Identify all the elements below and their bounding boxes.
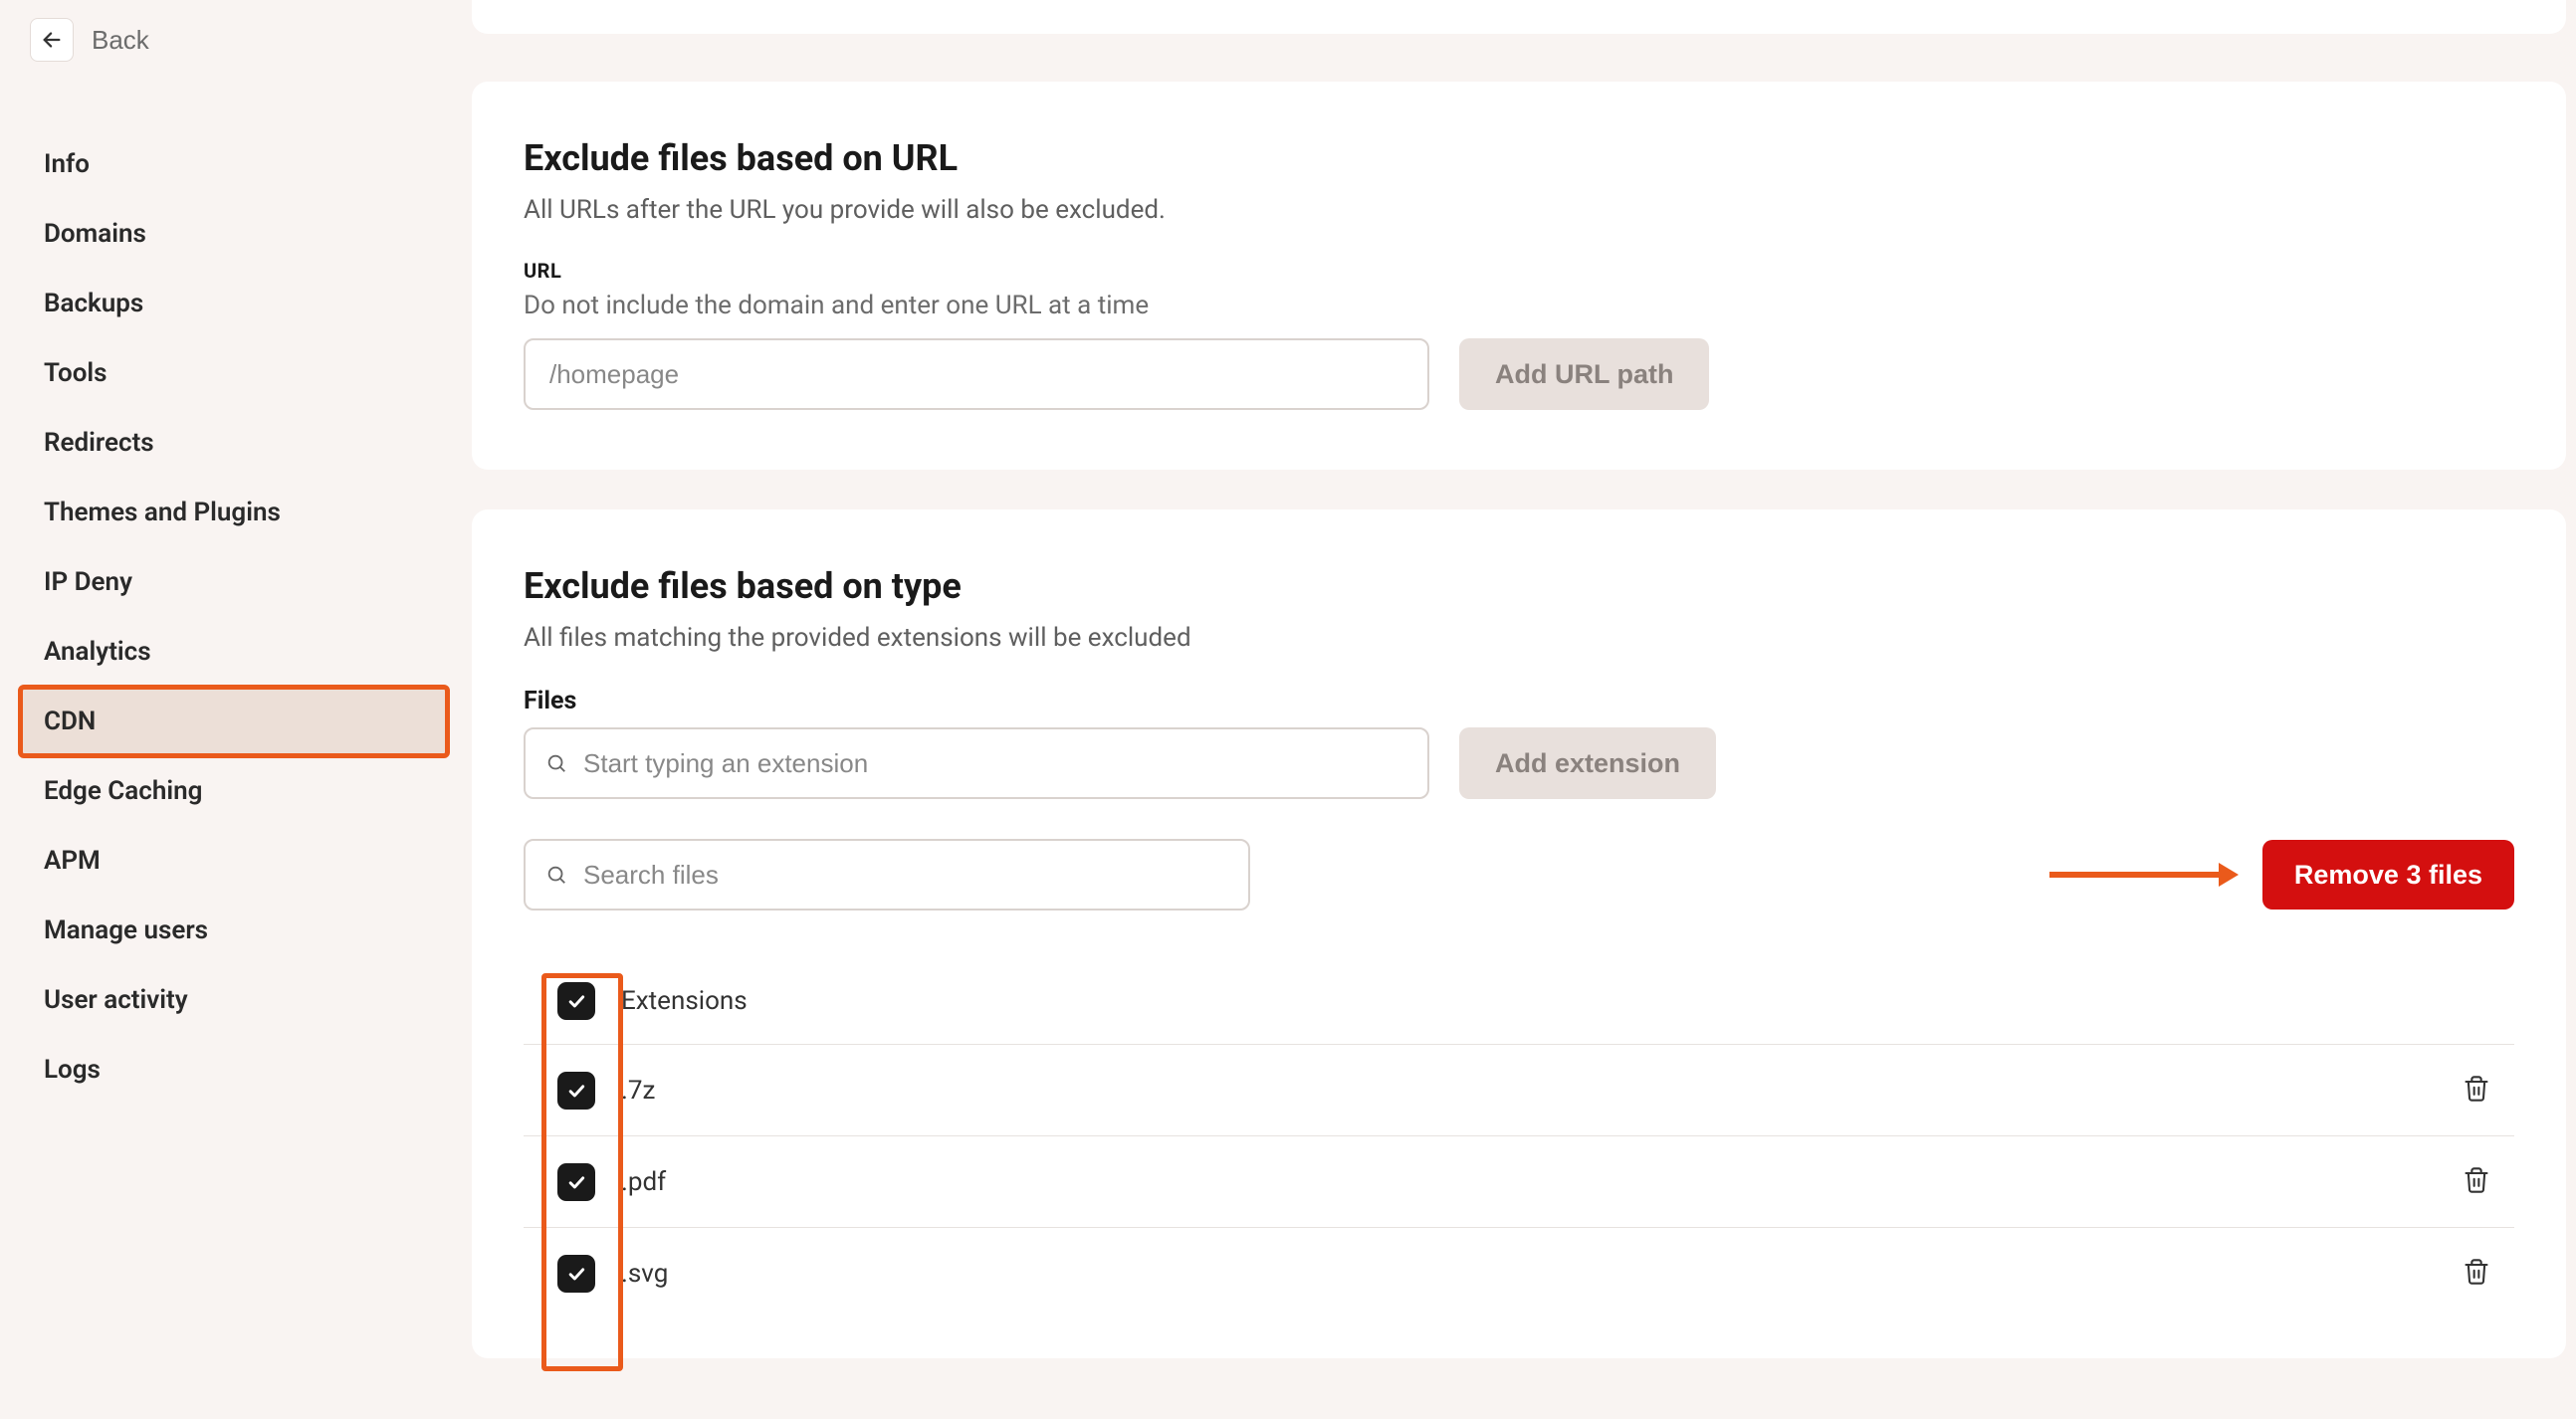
sidebar-item-user-activity[interactable]: User activity	[20, 965, 448, 1035]
sidebar-item-analytics[interactable]: Analytics	[20, 617, 448, 687]
back-label: Back	[92, 25, 149, 56]
sidebar-item-apm[interactable]: APM	[20, 826, 448, 896]
files-label: Files	[524, 687, 2514, 715]
url-input[interactable]	[524, 338, 1429, 410]
table-row: .svg	[524, 1228, 2514, 1318]
table-row: .7z	[524, 1045, 2514, 1136]
exclude-type-title: Exclude files based on type	[524, 565, 2514, 607]
sidebar-item-backups[interactable]: Backups	[20, 269, 448, 338]
sidebar-item-manage-users[interactable]: Manage users	[20, 896, 448, 965]
sidebar-item-edge-caching[interactable]: Edge Caching	[20, 756, 448, 826]
main-content: Exclude files based on URL All URLs afte…	[468, 0, 2576, 1419]
trash-icon	[2463, 1166, 2490, 1194]
search-files-input[interactable]	[524, 839, 1250, 911]
back-button[interactable]: Back	[20, 10, 159, 70]
table-row: .pdf	[524, 1136, 2514, 1228]
trash-icon	[2463, 1258, 2490, 1286]
row-checkbox[interactable]	[557, 1072, 595, 1110]
extension-label: .pdf	[621, 1167, 2447, 1197]
exclude-url-card: Exclude files based on URL All URLs afte…	[472, 82, 2566, 470]
add-url-path-button[interactable]: Add URL path	[1459, 338, 1709, 410]
card-stub	[472, 0, 2566, 34]
sidebar-item-themes-plugins[interactable]: Themes and Plugins	[20, 478, 448, 547]
check-icon	[566, 1172, 586, 1192]
extensions-header-label: Extensions	[621, 986, 748, 1016]
table-header-row: Extensions	[524, 958, 2514, 1045]
sidebar-item-ip-deny[interactable]: IP Deny	[20, 547, 448, 617]
delete-row-button[interactable]	[2457, 1160, 2496, 1203]
sidebar-item-logs[interactable]: Logs	[20, 1035, 448, 1105]
exclude-type-card: Exclude files based on type All files ma…	[472, 509, 2566, 1358]
exclude-type-desc: All files matching the provided extensio…	[524, 623, 2514, 653]
sidebar-item-info[interactable]: Info	[20, 129, 448, 199]
check-icon	[566, 991, 586, 1011]
delete-row-button[interactable]	[2457, 1069, 2496, 1112]
exclude-url-title: Exclude files based on URL	[524, 137, 2514, 179]
back-arrow-icon	[30, 18, 74, 62]
remove-files-button[interactable]: Remove 3 files	[2262, 840, 2514, 910]
sidebar: Back Info Domains Backups Tools Redirect…	[0, 0, 468, 1419]
exclude-url-desc: All URLs after the URL you provide will …	[524, 195, 2514, 225]
delete-row-button[interactable]	[2457, 1252, 2496, 1295]
sidebar-item-cdn[interactable]: CDN	[20, 687, 448, 756]
trash-icon	[2463, 1075, 2490, 1103]
extension-label: .7z	[621, 1076, 2447, 1106]
url-field-helper: Do not include the domain and enter one …	[524, 291, 2514, 320]
sidebar-item-tools[interactable]: Tools	[20, 338, 448, 408]
nav-list: Info Domains Backups Tools Redirects The…	[20, 129, 448, 1105]
url-field-label: URL	[524, 259, 2514, 283]
extension-label: .svg	[621, 1259, 2447, 1289]
arrow-annotation	[2049, 863, 2239, 887]
row-checkbox[interactable]	[557, 1163, 595, 1201]
add-extension-button[interactable]: Add extension	[1459, 727, 1716, 799]
check-icon	[566, 1264, 586, 1284]
check-icon	[566, 1081, 586, 1101]
extensions-table: Extensions .7z	[524, 958, 2514, 1318]
extension-input[interactable]	[524, 727, 1429, 799]
row-checkbox[interactable]	[557, 1255, 595, 1293]
sidebar-item-domains[interactable]: Domains	[20, 199, 448, 269]
sidebar-item-redirects[interactable]: Redirects	[20, 408, 448, 478]
select-all-checkbox[interactable]	[557, 982, 595, 1020]
